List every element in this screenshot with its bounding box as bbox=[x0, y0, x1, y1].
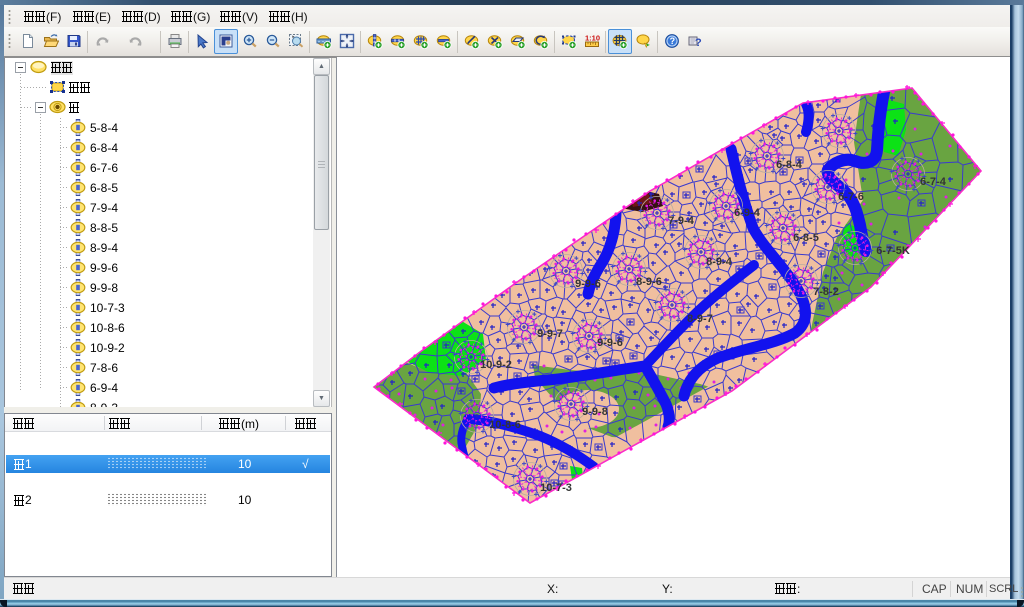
svg-text:10-7-3: 10-7-3 bbox=[540, 482, 572, 494]
svg-text:6-7-6: 6-7-6 bbox=[838, 191, 864, 203]
svg-text:1:10: 1:10 bbox=[585, 34, 600, 43]
svg-text:8-9-4: 8-9-4 bbox=[706, 256, 733, 268]
svg-text:8-9-6: 8-9-6 bbox=[636, 276, 662, 288]
svg-text:7-8-2: 7-8-2 bbox=[813, 286, 839, 298]
svg-text:7-9-4: 7-9-4 bbox=[668, 215, 695, 227]
svg-text:?: ? bbox=[669, 36, 675, 46]
svg-text:10-9-2: 10-9-2 bbox=[480, 359, 512, 371]
svg-text:6-7-4: 6-7-4 bbox=[920, 176, 947, 188]
svg-text:10-8-6: 10-8-6 bbox=[489, 419, 521, 431]
svg-text:9-9-6: 9-9-6 bbox=[575, 278, 601, 290]
svg-text:9-9-7: 9-9-7 bbox=[537, 328, 563, 340]
svg-text:6-7-5K: 6-7-5K bbox=[876, 245, 910, 257]
svg-text:9-9-8: 9-9-8 bbox=[582, 406, 608, 418]
svg-text:6-9-4: 6-9-4 bbox=[734, 207, 761, 219]
svg-text:6-8-5: 6-8-5 bbox=[793, 232, 819, 244]
svg-text:6-8-4: 6-8-4 bbox=[776, 159, 803, 171]
svg-text:?: ? bbox=[695, 37, 702, 49]
svg-text:8-9-7: 8-9-7 bbox=[687, 313, 713, 325]
svg-text:9-9-6: 9-9-6 bbox=[597, 337, 623, 349]
